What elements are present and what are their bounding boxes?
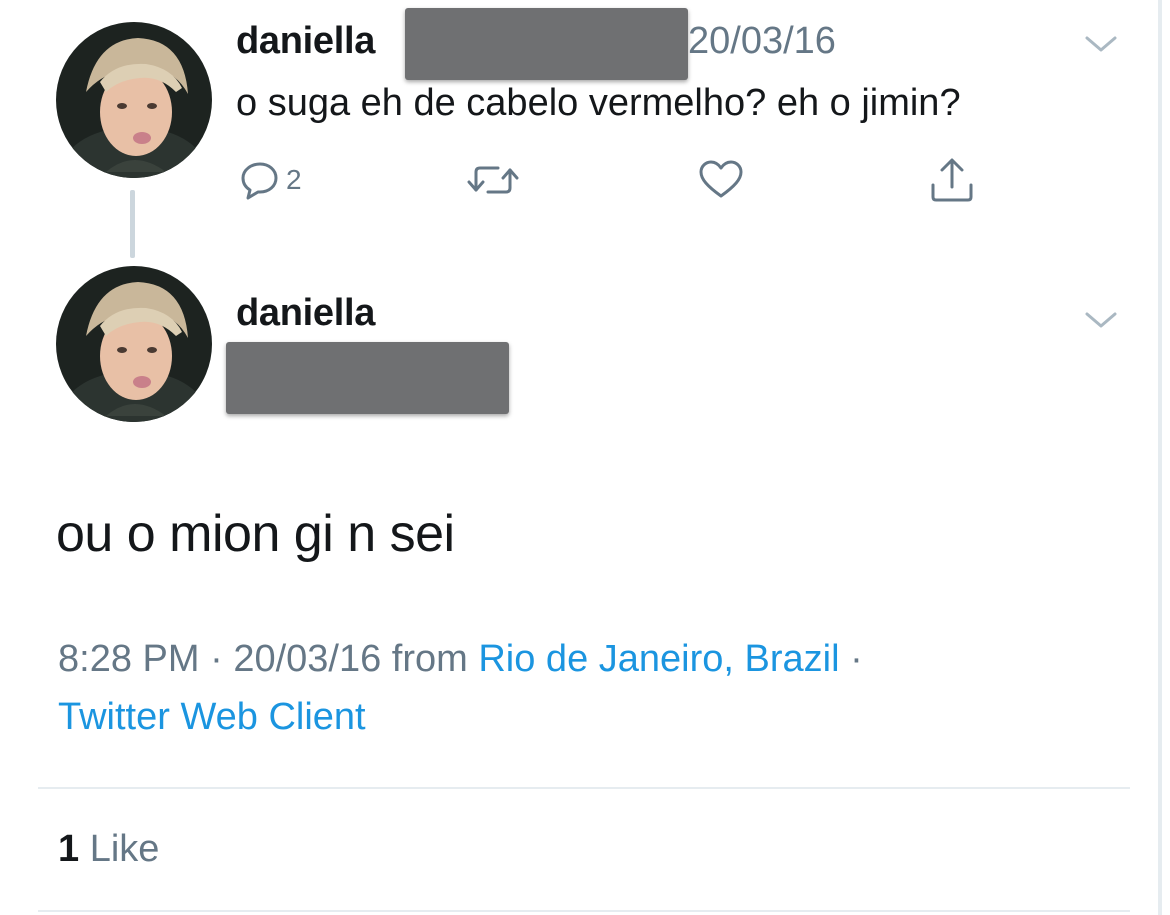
thread-connector [130,190,135,258]
like-button[interactable] [697,158,745,202]
client-link[interactable]: Twitter Web Client [58,696,366,738]
retweet-button[interactable] [466,158,520,202]
profile-photo [56,266,212,422]
likes-summary[interactable]: 1 Like [58,828,159,871]
tweet-source: Twitter Web Client [58,696,366,739]
chevron-down-icon[interactable] [1084,32,1118,56]
retweet-icon [467,166,519,194]
location-link[interactable]: Rio de Janeiro, Brazil [478,638,839,680]
reply-count: 2 [286,164,302,195]
main-tweet-text: ou o mion gi n sei [56,505,455,563]
reply-icon [241,162,278,200]
parent-tweet-text: o suga eh de cabelo vermelho? eh o jimin… [236,82,961,124]
like-label: Like [89,828,160,870]
redacted-handle [226,342,509,414]
divider [38,787,1130,789]
avatar[interactable] [56,266,212,422]
from-label: from [391,638,468,680]
tweet-date[interactable]: 20/03/16 [233,638,381,680]
separator: · [210,638,223,680]
parent-date[interactable]: 20/03/16 [688,20,836,63]
profile-photo [56,22,212,178]
avatar[interactable] [56,22,212,178]
share-button[interactable] [928,158,976,202]
tweet-metadata: 8:28 PM · 20/03/16 from Rio de Janeiro, … [58,638,863,681]
divider [38,910,1130,912]
heart-icon [699,160,743,198]
tweet-time[interactable]: 8:28 PM [58,638,200,680]
parent-username[interactable]: daniella [236,20,375,63]
chevron-down-icon[interactable] [1084,308,1118,332]
like-count: 1 [58,828,80,870]
share-icon [931,158,973,202]
redacted-handle [405,8,688,80]
reply-button[interactable]: 2 [238,158,302,202]
separator: · [850,638,863,680]
screen-edge [1158,0,1162,915]
main-username[interactable]: daniella [236,292,375,335]
